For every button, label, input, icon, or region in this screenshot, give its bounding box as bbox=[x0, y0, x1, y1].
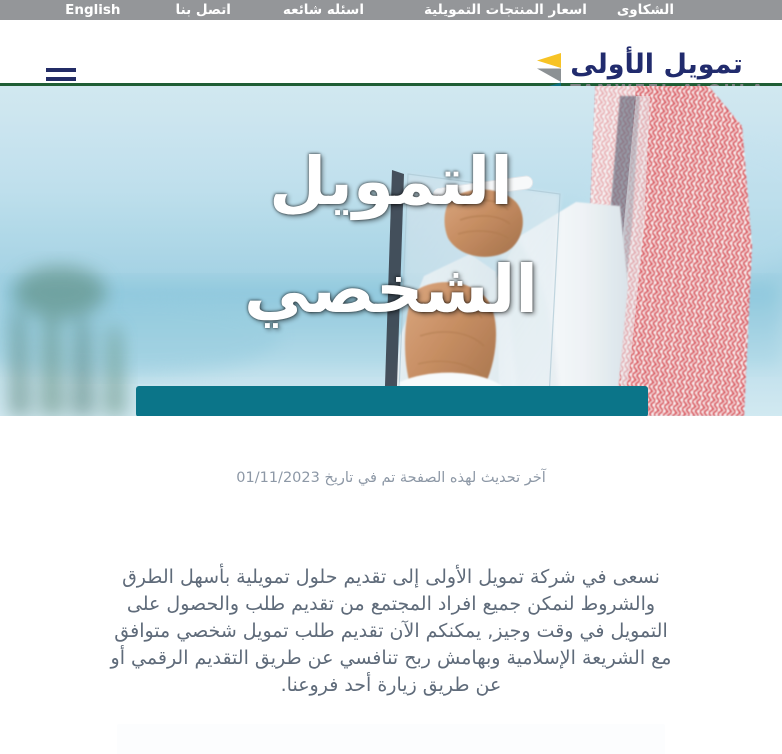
topbar-link-contact-us[interactable]: اتصل بنا bbox=[176, 0, 231, 20]
topbar-link-complaints[interactable]: الشكاوى bbox=[617, 0, 674, 20]
topbar-link-faq[interactable]: اسئله شائعه bbox=[283, 0, 364, 20]
page-content: آخر تحديث لهذه الصفحة تم في تاريخ 01/11/… bbox=[0, 468, 782, 754]
content-card-placeholder bbox=[117, 724, 665, 754]
top-utility-bar: الشكاوى اسعار المنتجات التمويلية اسئله ش… bbox=[0, 0, 782, 20]
hero-title-block: التمويل الشخصي bbox=[0, 86, 782, 416]
topbar-link-product-prices[interactable]: اسعار المنتجات التمويلية bbox=[424, 0, 587, 20]
site-header: تمويل الأولى TAMWEEL ALOULA bbox=[0, 20, 782, 99]
last-updated-text: آخر تحديث لهذه الصفحة تم في تاريخ 01/11/… bbox=[236, 470, 546, 486]
intro-paragraph: نسعى في شركة تمويل الأولى إلى تقديم حلول… bbox=[110, 566, 672, 696]
topbar-link-english[interactable]: English bbox=[65, 0, 120, 20]
hero-title-line-1: التمويل bbox=[269, 143, 513, 220]
hero-banner: التمويل الشخصي bbox=[0, 86, 782, 416]
hamburger-bar-middle bbox=[46, 77, 76, 81]
hamburger-bar-top bbox=[46, 68, 76, 72]
logo-arabic-wordmark: تمويل الأولى bbox=[570, 49, 743, 80]
hero-title-line-2: الشخصي bbox=[244, 251, 538, 328]
